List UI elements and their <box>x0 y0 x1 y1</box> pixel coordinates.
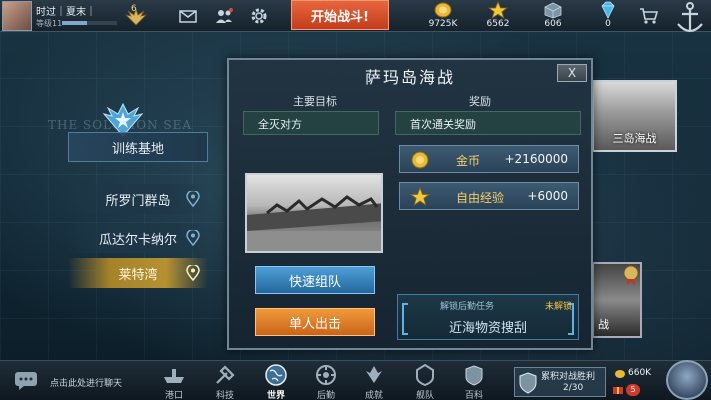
location-label: 所罗门群岛 <box>105 193 171 209</box>
nav-world[interactable]: 世界 <box>256 363 296 400</box>
star-exp-icon <box>488 1 508 19</box>
resource-value: 0 <box>605 19 611 29</box>
gold-coin-icon <box>411 151 429 169</box>
commander-avatar[interactable] <box>666 360 708 400</box>
settings-gear-icon[interactable] <box>249 6 269 26</box>
training-base-button[interactable]: 训练基地 <box>68 132 208 162</box>
friends-icon[interactable] <box>214 6 234 26</box>
reward-name: 金币 <box>456 154 481 168</box>
resource-value: 6562 <box>486 19 510 29</box>
nav-label: 成就 <box>364 391 383 400</box>
objective-text: 全灭对方 <box>243 111 379 135</box>
reward-amount: +2160000 <box>504 152 569 166</box>
resource-gold[interactable]: 9725K <box>413 0 473 32</box>
resource-exp[interactable]: 6562 <box>468 0 528 32</box>
encyclopedia-icon <box>465 365 483 386</box>
start-battle-button[interactable]: 开始战斗! <box>291 0 389 30</box>
gold-coin-icon <box>615 370 625 378</box>
tech-icon <box>216 365 235 384</box>
objective-header: 主要目标 <box>293 95 337 108</box>
resource-supply[interactable]: 606 <box>523 0 583 32</box>
medal-icon <box>623 265 639 285</box>
nav-encyclopedia[interactable]: 百科 <box>454 363 494 400</box>
nav-label: 百科 <box>464 391 483 400</box>
gold-coin-icon <box>434 2 452 18</box>
nav-fleet[interactable]: 舰队 <box>405 363 445 400</box>
resource-value: 9725K <box>428 19 458 29</box>
resource-value: 606 <box>544 19 562 29</box>
solo-sortie-button[interactable]: 单人出击 <box>255 308 375 336</box>
achievement-icon <box>366 366 382 383</box>
battle-detail-dialog: 萨玛岛海战 X 主要目标 奖励 全灭对方 首次通关奖励 金币 +2160000 … <box>227 58 593 350</box>
shop-cart-icon[interactable] <box>639 6 659 26</box>
preview-caption: 三岛海战 <box>612 132 657 145</box>
shield-icon <box>519 372 537 394</box>
chat-prompt[interactable]: 点击此处进行聊天 <box>50 376 122 389</box>
mission-name: 近海物资搜刮 <box>448 321 527 336</box>
resource-diamond[interactable]: 0 <box>578 0 638 32</box>
nav-port[interactable]: 港口 <box>154 363 194 400</box>
pvp-count: 2/30 <box>563 383 584 393</box>
location-pin-icon <box>186 265 200 281</box>
mission-status: 未解锁 <box>544 302 572 312</box>
quick-team-button[interactable]: 快速组队 <box>255 266 375 294</box>
player-name: 时过｜夏末｜ <box>36 7 96 18</box>
battle-image <box>245 173 383 253</box>
player-level: 等级11 <box>36 19 63 28</box>
location-solomon-islands[interactable]: 所罗门群岛 <box>68 184 208 214</box>
notification-badge: 5 <box>626 384 640 396</box>
globe-icon <box>265 364 287 386</box>
nav-label: 科技 <box>215 391 234 400</box>
location-leyte-gulf[interactable]: 莱特湾 <box>68 258 208 288</box>
reward-name: 自由经验 <box>456 191 505 205</box>
pvp-reward[interactable]: 660K 5 <box>610 367 660 397</box>
location-label: 莱特湾 <box>118 267 158 283</box>
diamond-icon <box>601 1 615 19</box>
pvp-win-progress[interactable]: 累积对战胜利 2/30 <box>514 367 606 397</box>
rank-number: 6 <box>131 4 137 14</box>
dialog-title: 萨玛岛海战 <box>364 68 455 87</box>
nav-label: 舰队 <box>415 391 434 400</box>
location-label: 瓜达尔卡纳尔 <box>98 232 177 248</box>
reward-row-exp: 自由经验 +6000 <box>399 182 579 210</box>
xp-fill <box>62 21 87 25</box>
logistics-icon <box>316 365 336 385</box>
mail-icon[interactable] <box>178 6 198 26</box>
nav-tech[interactable]: 科技 <box>205 363 245 400</box>
chat-bubble-icon[interactable] <box>14 371 38 391</box>
xp-bar <box>62 21 117 25</box>
close-button[interactable]: X <box>557 64 587 82</box>
gift-icon <box>613 387 623 394</box>
pvp-label: 累积对战胜利 <box>541 372 596 382</box>
nav-achievement[interactable]: 成就 <box>354 363 394 400</box>
mission-label: 解锁后勤任务 <box>440 302 495 312</box>
top-bar: 时过｜夏末｜ 等级11 6 开始战斗! 9725K 6562 606 0 <box>0 0 711 32</box>
nav-label: 后勤 <box>316 391 335 400</box>
port-icon <box>164 369 184 383</box>
preview-caption: 战 <box>598 318 609 331</box>
supply-crate-icon <box>544 2 562 19</box>
nav-logistics[interactable]: 后勤 <box>306 363 346 400</box>
star-exp-icon <box>410 187 430 206</box>
pvp-reward-coins: 660K <box>628 368 652 378</box>
battle-preview-card[interactable]: 三岛海战 <box>592 80 677 152</box>
fleet-icon <box>416 363 434 387</box>
reward-header: 奖励 <box>469 95 491 108</box>
location-guadalcanal[interactable]: 瓜达尔卡纳尔 <box>68 223 208 253</box>
reward-amount: +6000 <box>527 189 568 203</box>
reward-row-gold: 金币 +2160000 <box>399 145 579 173</box>
carrier-deck-illustration <box>247 195 381 251</box>
first-clear-reward-label: 首次通关奖励 <box>395 111 581 135</box>
logistics-mission-card[interactable]: 解锁后勤任务 未解锁 近海物资搜刮 <box>397 294 579 340</box>
nav-label: 世界 <box>266 391 285 400</box>
nav-label: 港口 <box>164 391 183 400</box>
location-pin-icon <box>186 230 200 246</box>
player-avatar[interactable] <box>2 1 32 31</box>
location-pin-icon <box>186 191 200 207</box>
anchor-menu-icon[interactable] <box>672 0 708 38</box>
